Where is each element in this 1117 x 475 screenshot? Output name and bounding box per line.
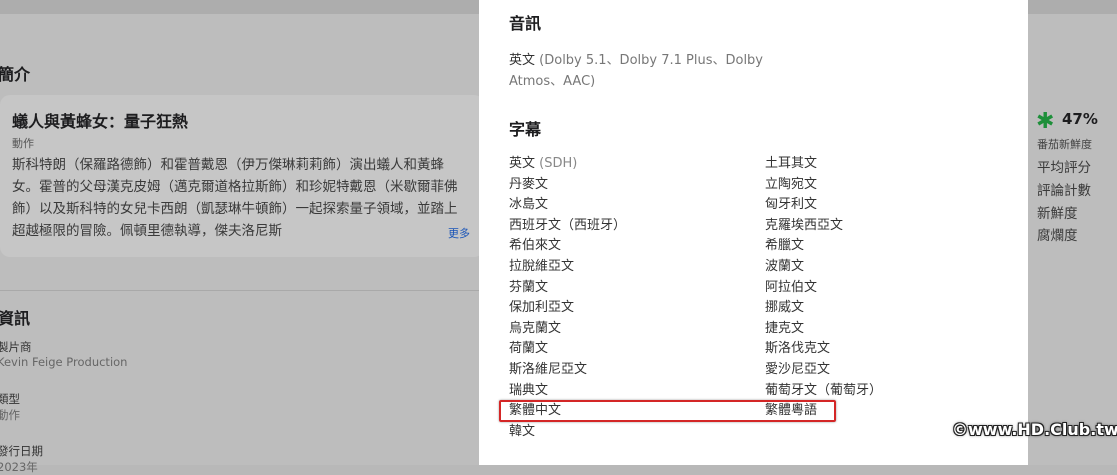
watermark: ©www.HD.Club.tw <box>952 420 1117 439</box>
subtitle-item: 葡萄牙文（葡萄牙） <box>765 382 883 398</box>
subtitle-item: 荷蘭文 <box>509 341 549 357</box>
subtitle-item: 拉脫維亞文 <box>509 258 575 274</box>
info-value-genre: 動作 <box>0 408 20 422</box>
audio-language: 英文 <box>509 53 536 68</box>
subtitle-item: 捷克文 <box>765 320 805 336</box>
subtitle-item: 芬蘭文 <box>509 279 549 295</box>
subtitle-item: 希伯來文 <box>509 238 562 254</box>
subtitle-item: 斯洛維尼亞文 <box>509 361 588 377</box>
subtitle-item: 愛沙尼亞文 <box>765 361 831 377</box>
subtitle-item: 西班牙文（西班牙） <box>509 217 627 233</box>
subtitle-item: 克羅埃西亞文 <box>765 217 844 233</box>
highlight-box <box>499 400 836 422</box>
audio-formats: (Dolby 5.1、Dolby 7.1 Plus、Dolby Atmos、AA… <box>509 53 764 89</box>
subtitle-item: 冰島文 <box>509 197 549 213</box>
side-item-count: 評論計數 <box>1037 183 1091 199</box>
audio-heading: 音訊 <box>509 14 542 33</box>
subtitle-item: 立陶宛文 <box>765 176 818 192</box>
subtitle-item: 瑞典文 <box>509 382 549 398</box>
side-item-average: 平均評分 <box>1037 160 1091 176</box>
info-label-genre: 類型 <box>0 392 20 406</box>
subtitle-item: 丹麥文 <box>509 176 549 192</box>
divider <box>0 290 480 291</box>
audio-info: 英文 (Dolby 5.1、Dolby 7.1 Plus、Dolby Atmos… <box>509 50 789 92</box>
info-value-release: 2023年 <box>0 460 38 474</box>
info-heading: 資訊 <box>0 309 31 328</box>
rt-score: 47% <box>1062 110 1098 128</box>
subtitle-item: 阿拉伯文 <box>765 279 818 295</box>
side-item-fresh: 新鮮度 <box>1037 206 1078 222</box>
subtitle-item: 希臘文 <box>765 238 805 254</box>
movie-title: 蟻人與黃蜂女：量子狂熱 <box>12 112 189 131</box>
subtitle-item: 烏克蘭文 <box>509 320 562 336</box>
movie-description: 斯科特朗（保羅路德飾）和霍普戴恩（伊万傑琳莉莉飾）演出蟻人和黃蜂女。霍普的父母漢… <box>12 157 458 239</box>
side-item-rotten: 腐爛度 <box>1037 228 1078 244</box>
language-modal: 音訊 英文 (Dolby 5.1、Dolby 7.1 Plus、Dolby At… <box>479 0 1028 465</box>
rt-label: 番茄新鮮度 <box>1037 138 1092 151</box>
more-link[interactable]: 更多 <box>448 225 470 241</box>
subtitle-item: 挪威文 <box>765 300 805 316</box>
subtitle-item: 斯洛伐克文 <box>765 341 831 357</box>
subtitle-item: 土耳其文 <box>765 156 818 171</box>
subtitle-item: 韓文 <box>509 423 536 439</box>
sdh-note: (SDH) <box>539 156 578 171</box>
synopsis-heading: 簡介 <box>0 65 31 84</box>
info-value-studio: Kevin Feige Production <box>0 355 128 369</box>
subtitles-right-column: 土耳其文 立陶宛文 匈牙利文 克羅埃西亞文 希臘文 波蘭文 阿拉伯文 挪威文 捷… <box>765 154 882 422</box>
info-label-release: 發行日期 <box>0 444 43 458</box>
subtitle-item: 波蘭文 <box>765 258 805 274</box>
movie-genre: 動作 <box>12 137 34 150</box>
subtitle-item: 匈牙利文 <box>765 197 818 213</box>
splat-icon: ✱ <box>1036 109 1055 134</box>
info-label-studio: 製片商 <box>0 340 32 354</box>
subtitle-item: 英文 (SDH) <box>509 156 578 171</box>
subtitles-heading: 字幕 <box>509 120 542 139</box>
subtitle-item: 保加利亞文 <box>509 300 575 316</box>
